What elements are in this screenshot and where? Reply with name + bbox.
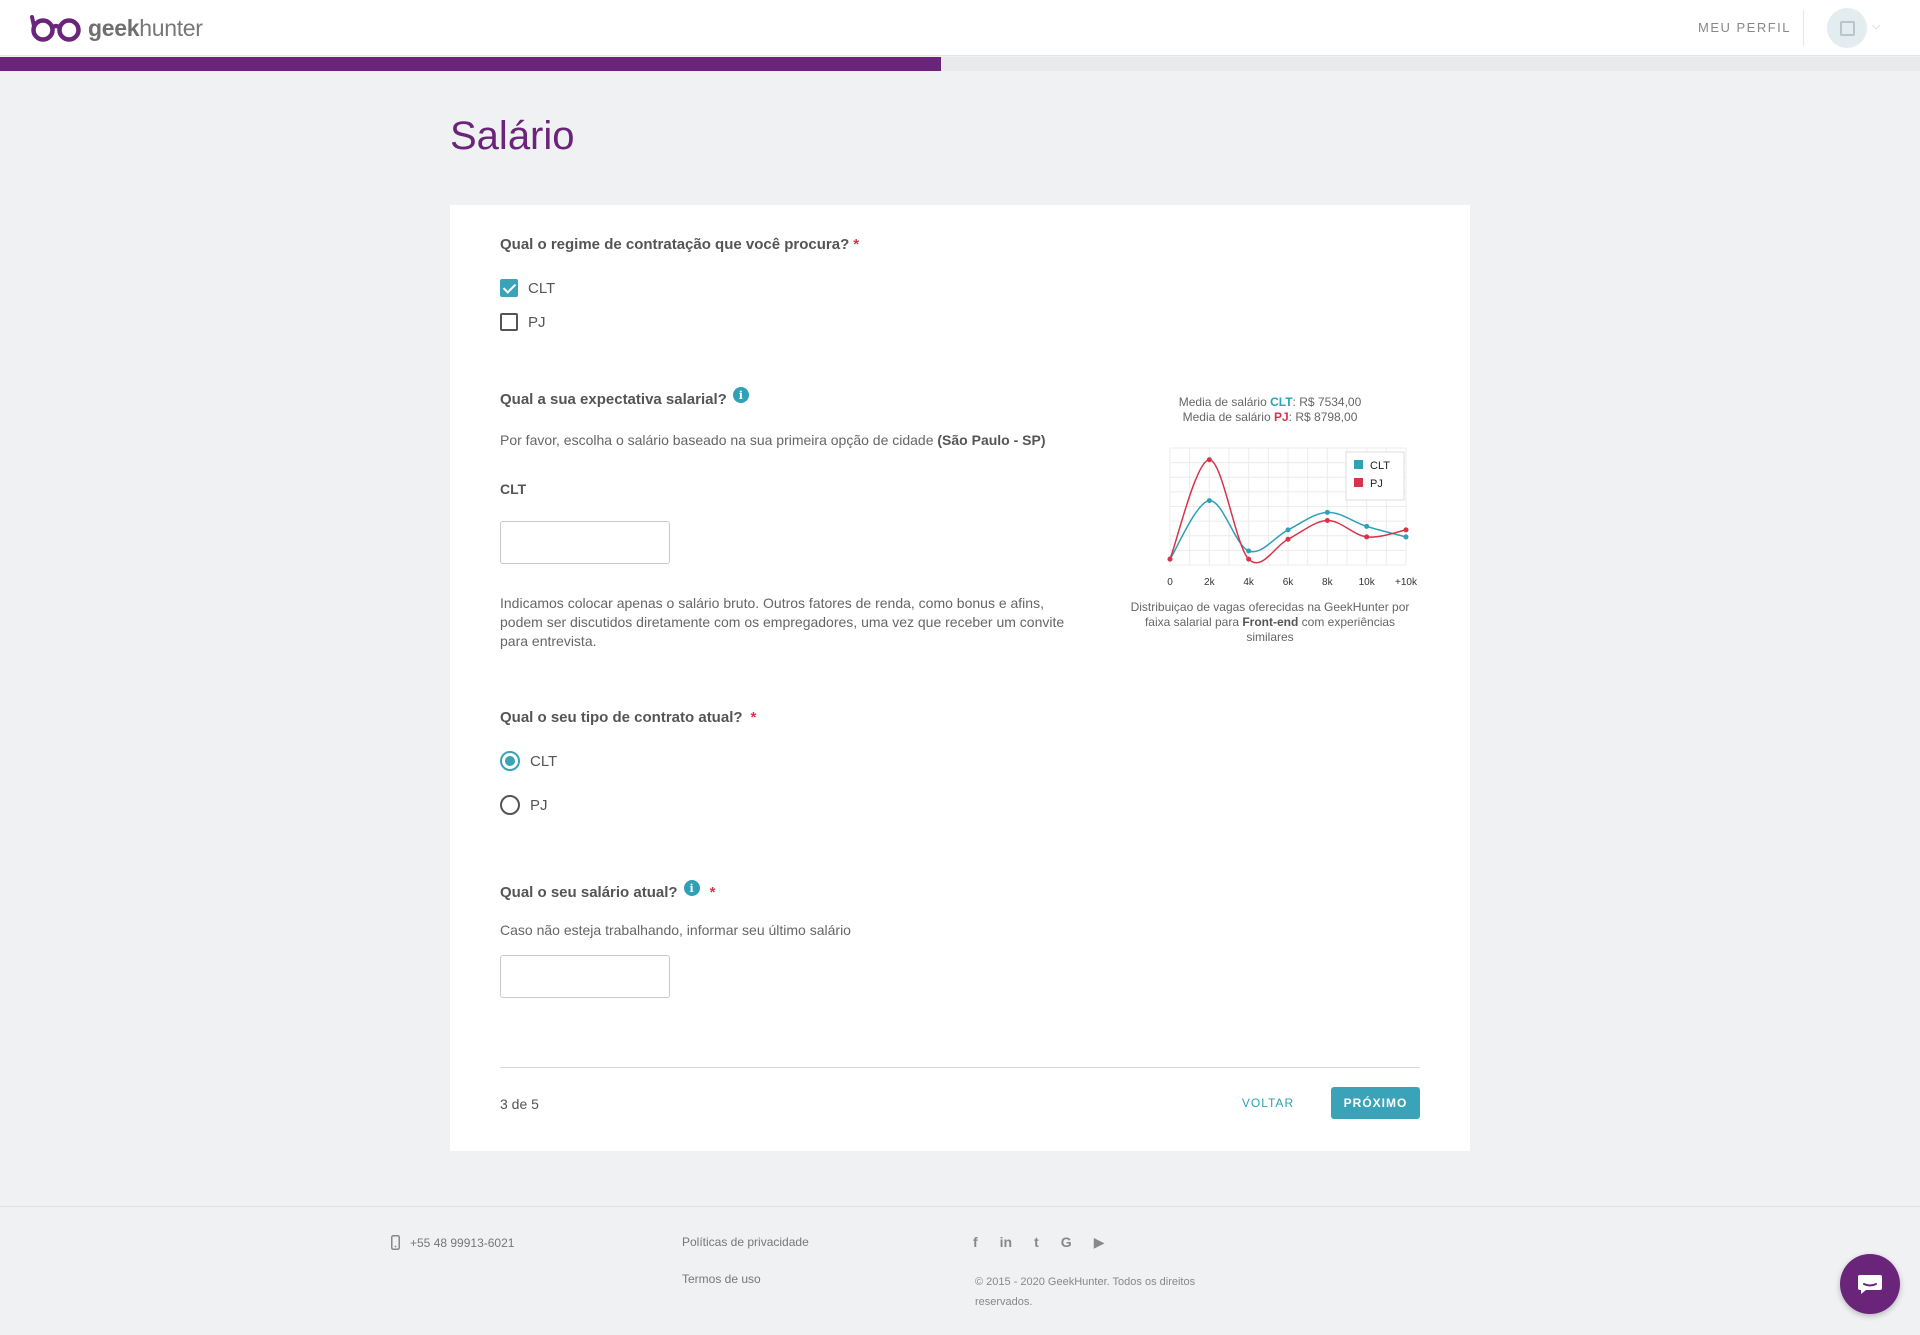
social-links: f in t G ▶ — [973, 1233, 1104, 1251]
data-point-clt — [1246, 548, 1252, 554]
step-indicator: 3 de 5 — [500, 1096, 539, 1112]
question-salary-expectation: Qual a sua expectativa salarial? i — [500, 387, 749, 408]
privacy-policy-link[interactable]: Políticas de privacidade — [682, 1235, 809, 1249]
facebook-icon[interactable]: f — [973, 1233, 978, 1251]
google-icon[interactable]: G — [1061, 1233, 1072, 1251]
legend-label-clt: CLT — [1370, 460, 1390, 472]
youtube-icon[interactable]: ▶ — [1094, 1233, 1105, 1251]
geekhunter-logo[interactable]: geekhunter — [30, 12, 203, 44]
salary-note: Indicamos colocar apenas o salário bruto… — [500, 595, 1065, 649]
question-label: Qual o regime de contratação que você pr… — [500, 236, 850, 253]
radio-option-clt[interactable]: CLT — [500, 751, 557, 771]
progress-bar-fill — [0, 57, 941, 71]
data-point-clt — [1324, 509, 1330, 515]
x-tick-label: 0 — [1167, 577, 1173, 588]
clt-field-label: CLT — [500, 481, 527, 497]
twitter-icon[interactable]: t — [1034, 1233, 1039, 1251]
checkbox-unchecked[interactable] — [500, 313, 518, 331]
pj-average-line: Media de salário PJ: R$ 8798,00 — [1182, 410, 1358, 424]
avatar[interactable] — [1827, 8, 1867, 48]
logo-text: geekhunter — [88, 14, 203, 41]
my-profile-link[interactable]: MEU PERFIL — [1698, 20, 1791, 35]
phone-number: +55 48 99913-6021 — [410, 1235, 515, 1250]
data-point-clt — [1285, 527, 1291, 533]
header-divider — [1803, 10, 1804, 46]
question-label: Qual o seu tipo de contrato atual? — [500, 709, 743, 726]
data-point-pj — [1324, 518, 1330, 524]
data-point-pj — [1167, 556, 1173, 562]
radio-label: CLT — [530, 752, 558, 770]
x-tick-label: 4k — [1243, 577, 1255, 588]
current-salary-hint: Caso não esteja trabalhando, informar se… — [500, 922, 851, 938]
required-marker: * — [709, 884, 716, 901]
data-point-clt — [1364, 523, 1370, 529]
form-divider — [500, 1067, 1420, 1068]
legend-label-pj: PJ — [1370, 478, 1383, 490]
question-label: Qual a sua expectativa salarial? — [500, 391, 727, 408]
current-salary-input[interactable] — [500, 955, 670, 998]
next-button[interactable]: PRÓXIMO — [1331, 1087, 1420, 1119]
salary-form-card: Qual o regime de contratação que você pr… — [450, 205, 1470, 1151]
city-name: (São Paulo - SP) — [937, 432, 1046, 448]
x-tick-label: 8k — [1322, 577, 1334, 588]
checkbox-label: CLT — [528, 279, 556, 297]
question-label: Qual o seu salário atual? — [500, 884, 678, 901]
copyright-text: © 2015 - 2020 GeekHunter. Todos os direi… — [975, 1276, 1196, 1308]
checkbox-label: PJ — [528, 313, 546, 331]
data-point-pj — [1285, 536, 1291, 542]
legend-swatch-clt — [1354, 460, 1363, 469]
legend-swatch-pj — [1354, 478, 1363, 487]
data-point-pj — [1364, 534, 1370, 540]
chart-average-caption: Media de salário CLT: R$ 7534,00 Media d… — [1130, 395, 1410, 425]
data-point-clt — [1403, 534, 1409, 540]
data-point-pj — [1246, 556, 1252, 562]
x-tick-label: 6k — [1283, 577, 1295, 588]
salary-distribution-chart: 0 2k 4k 6k 8k 10k +10k CLT PJ — [1167, 447, 1418, 588]
info-icon[interactable]: i — [732, 387, 749, 403]
checkbox-checked[interactable] — [500, 279, 518, 297]
linkedin-icon[interactable]: in — [1000, 1233, 1012, 1251]
clt-average-line: Media de salário CLT: R$ 7534,00 — [1178, 395, 1362, 409]
x-tick-label: 10k — [1359, 577, 1376, 588]
glasses-logo-icon — [30, 15, 81, 42]
radio-label: PJ — [530, 796, 548, 814]
x-tick-label: +10k — [1395, 577, 1418, 588]
chevron-down-icon[interactable]: ⌵ — [1872, 20, 1880, 33]
question-current-contract: Qual o seu tipo de contrato atual? * — [500, 709, 756, 726]
checkbox-option-pj[interactable]: PJ — [500, 313, 546, 331]
checkbox-option-clt[interactable]: CLT — [500, 279, 555, 297]
data-point-pj — [1403, 527, 1409, 533]
salary-city-hint: Por favor, escolha o salário baseado na … — [500, 432, 1046, 448]
info-icon[interactable]: i — [683, 880, 700, 896]
radio-unselected[interactable] — [500, 795, 520, 815]
chat-bubble-icon — [1858, 1275, 1882, 1294]
question-current-salary: Qual o seu salário atual? i * — [500, 880, 716, 901]
top-header: geekhunter MEU PERFIL ⌵ — [0, 0, 1920, 56]
required-marker: * — [750, 709, 757, 726]
data-point-pj — [1206, 457, 1212, 463]
terms-of-use-link[interactable]: Termos de uso — [682, 1272, 761, 1286]
footer-phone: +55 48 99913-6021 — [391, 1235, 514, 1250]
x-tick-label: 2k — [1204, 577, 1216, 588]
page-title: Salário — [450, 114, 575, 158]
radio-selected[interactable] — [500, 751, 520, 771]
radio-option-pj[interactable]: PJ — [500, 795, 548, 815]
data-point-clt — [1206, 498, 1212, 504]
question-contract-regime: Qual o regime de contratação que você pr… — [500, 236, 859, 253]
phone-icon — [391, 1235, 400, 1250]
required-marker: * — [853, 236, 860, 253]
expected-salary-clt-input[interactable] — [500, 521, 670, 564]
chart-description: Distribuiçao de vagas oferecidas na Geek… — [1130, 600, 1410, 644]
page-footer: +55 48 99913-6021 Políticas de privacida… — [0, 1206, 1920, 1335]
back-button[interactable]: VOLTAR — [1228, 1087, 1308, 1119]
progress-bar — [0, 57, 1920, 71]
avatar-placeholder-icon — [1839, 20, 1855, 36]
chat-button[interactable] — [1840, 1254, 1900, 1314]
